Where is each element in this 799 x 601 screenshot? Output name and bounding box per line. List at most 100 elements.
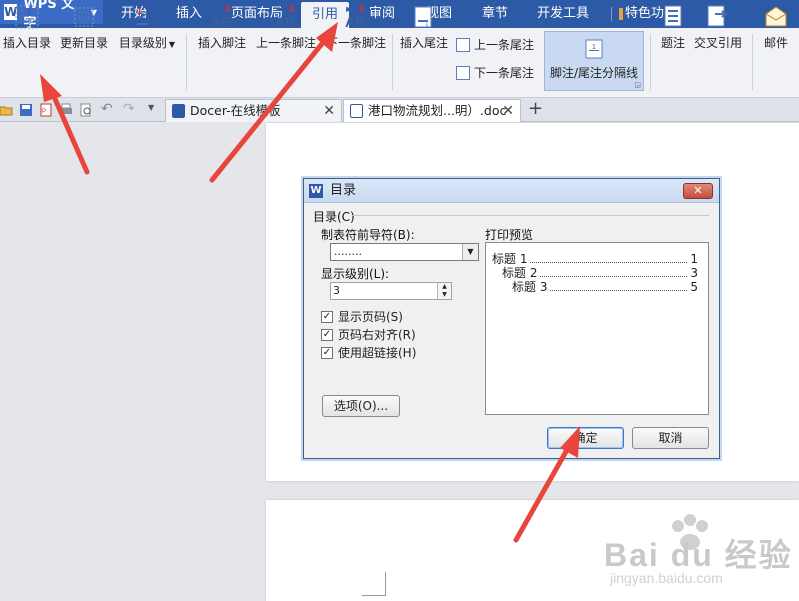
cross-reference-label: 交叉引用	[693, 36, 742, 50]
insert-endnote-button[interactable]: i 插入尾注	[398, 4, 450, 51]
tab-docer-templates[interactable]: Docer-在线模板 ✕	[165, 99, 342, 122]
chevron-down-icon: ▼	[168, 40, 176, 49]
leader-label: 制表符前导符(B):	[321, 228, 415, 242]
dialog-title-bar[interactable]: 目录	[304, 179, 719, 203]
use-hyperlinks-checkbox[interactable]: ✓ 使用超链接(H)	[321, 344, 416, 361]
baidu-watermark: Bai du 经验 jingyan.baidu.com	[590, 510, 795, 595]
right-align-checkbox[interactable]: ✓ 页码右对齐(R)	[321, 326, 416, 343]
prev-endnote-button[interactable]: 上一条尾注	[456, 34, 534, 56]
ribbon-separator	[392, 34, 393, 90]
toc-group-label: 目录(C)	[313, 210, 355, 224]
insert-footnote-button[interactable]: 1 AB 插入脚注	[196, 4, 248, 51]
caption-label: 题注	[660, 36, 685, 50]
show-page-numbers-label: 显示页码(S)	[338, 310, 403, 324]
svg-text:i: i	[426, 21, 428, 30]
right-align-label: 页码右对齐(R)	[338, 328, 416, 342]
quick-access-dropdown-icon[interactable]: ▼	[148, 103, 162, 117]
toc-level-label: 目录级别	[118, 36, 167, 50]
use-hyperlinks-label: 使用超链接(H)	[338, 346, 417, 360]
toc-level-icon: 123	[134, 4, 160, 30]
ok-button[interactable]: 确定	[547, 427, 624, 449]
print-icon[interactable]	[59, 103, 73, 117]
ribbon-separator	[650, 34, 651, 90]
toc-level-button[interactable]: 123 目录级别 ▼	[117, 4, 177, 51]
mail-button[interactable]: 邮件	[758, 4, 794, 51]
undo-icon[interactable]: ↶	[101, 101, 115, 117]
svg-text:1: 1	[27, 8, 32, 18]
print-preview-box: 标题 11 标题 23 标题 35	[485, 242, 709, 415]
cross-reference-button[interactable]: 交叉引用	[692, 4, 744, 51]
checkmark-icon[interactable]: ✓	[321, 346, 333, 359]
tab-chapter[interactable]: 章节	[474, 0, 516, 28]
level-spin-input[interactable]: 3 ▲ ▼	[330, 282, 452, 300]
insert-footnote-icon: 1 AB	[211, 4, 232, 30]
document-tabs-bar: P ↶ ↷ ▼ Docer-在线模板 ✕ 港口物流规划...明）.doc ✕ +	[0, 98, 799, 122]
page-margin-mark	[362, 572, 386, 596]
export-pdf-icon[interactable]: P	[39, 103, 53, 117]
prev-footnote-button[interactable]: ◄ 1 AB 上一条脚注	[254, 4, 318, 51]
svg-text:P: P	[42, 109, 46, 115]
prev-endnote-icon	[456, 38, 470, 52]
show-page-numbers-checkbox[interactable]: ✓ 显示页码(S)	[321, 308, 403, 325]
mail-label: 邮件	[763, 36, 788, 50]
next-endnote-label: 下一条尾注	[474, 66, 535, 80]
update-toc-icon	[71, 4, 97, 30]
open-folder-icon[interactable]	[0, 103, 14, 117]
svg-text:2: 2	[27, 18, 32, 28]
close-icon[interactable]: ✕	[323, 100, 335, 122]
leader-select[interactable]: ........ ▼	[330, 243, 479, 261]
dialog-launcher-icon[interactable]: ◲	[634, 81, 641, 89]
watermark-url: jingyan.baidu.com	[610, 570, 723, 586]
dialog-title: 目录	[330, 183, 357, 198]
prev-footnote-label: 上一条脚注	[255, 36, 316, 50]
special-feature-marker	[619, 8, 623, 20]
footnote-separator-label: 脚注/尾注分隔线	[549, 66, 639, 80]
options-button[interactable]: 选项(O)...	[322, 395, 400, 417]
insert-toc-button[interactable]: 12 插入目录	[2, 4, 52, 51]
svg-text:1: 1	[592, 44, 596, 51]
preview-label: 打印预览	[485, 228, 534, 242]
tab-docer-label: Docer-在线模板	[190, 103, 281, 118]
checkmark-icon[interactable]: ✓	[321, 310, 333, 323]
cross-reference-icon	[705, 4, 731, 30]
docer-icon	[172, 104, 185, 118]
menu-separator	[611, 7, 612, 21]
update-toc-button[interactable]: 更新目录	[58, 4, 110, 51]
word-document-icon	[350, 104, 363, 118]
caption-button[interactable]: 题注	[656, 4, 690, 51]
tab-document-label: 港口物流规划...明）.doc	[368, 103, 507, 118]
footnote-separator-button[interactable]: 1 脚注/尾注分隔线 ◲	[544, 31, 644, 91]
spin-arrows-icon[interactable]: ▲ ▼	[437, 283, 451, 299]
tab-document[interactable]: 港口物流规划...明）.doc ✕	[343, 99, 521, 122]
insert-footnote-label: 插入脚注	[197, 36, 246, 50]
close-icon[interactable]: ✕	[502, 100, 514, 122]
next-footnote-icon: ► 1 AB	[345, 4, 366, 30]
insert-toc-icon: 12	[14, 4, 40, 30]
wps-logo-icon: W	[309, 184, 323, 198]
insert-endnote-label: 插入尾注	[399, 36, 448, 50]
preview-page: 5	[690, 280, 698, 294]
new-tab-icon[interactable]: +	[528, 98, 543, 120]
tab-developer[interactable]: 开发工具	[531, 0, 595, 28]
checkmark-icon[interactable]: ✓	[321, 328, 333, 341]
svg-text:2: 2	[144, 12, 149, 22]
update-toc-label: 更新目录	[59, 36, 108, 50]
dialog-close-button[interactable]: ✕	[683, 183, 713, 199]
level-value: 3	[333, 284, 340, 297]
chevron-down-icon[interactable]: ▼	[462, 244, 478, 260]
footnote-separator-icon: 1	[583, 38, 605, 60]
toc-dialog: 目录 W ✕ 目录(C) 制表符前导符(B): ........ ▼ 显示级别(…	[303, 178, 720, 459]
next-endnote-button[interactable]: 下一条尾注	[456, 62, 534, 84]
next-footnote-label: 下一条脚注	[325, 36, 386, 50]
cancel-button[interactable]: 取消	[632, 427, 709, 449]
next-footnote-button[interactable]: ► 1 AB 下一条脚注	[324, 4, 388, 51]
leader-value: ........	[334, 245, 362, 258]
save-icon[interactable]	[19, 103, 33, 117]
prev-endnote-label: 上一条尾注	[474, 38, 535, 52]
next-endnote-icon	[456, 66, 470, 80]
prev-footnote-icon: ◄ 1 AB	[275, 4, 296, 30]
redo-icon[interactable]: ↷	[123, 101, 137, 117]
preview-row: 标题 3 5	[512, 278, 698, 295]
print-preview-icon[interactable]	[79, 103, 93, 117]
svg-text:1: 1	[137, 6, 142, 16]
